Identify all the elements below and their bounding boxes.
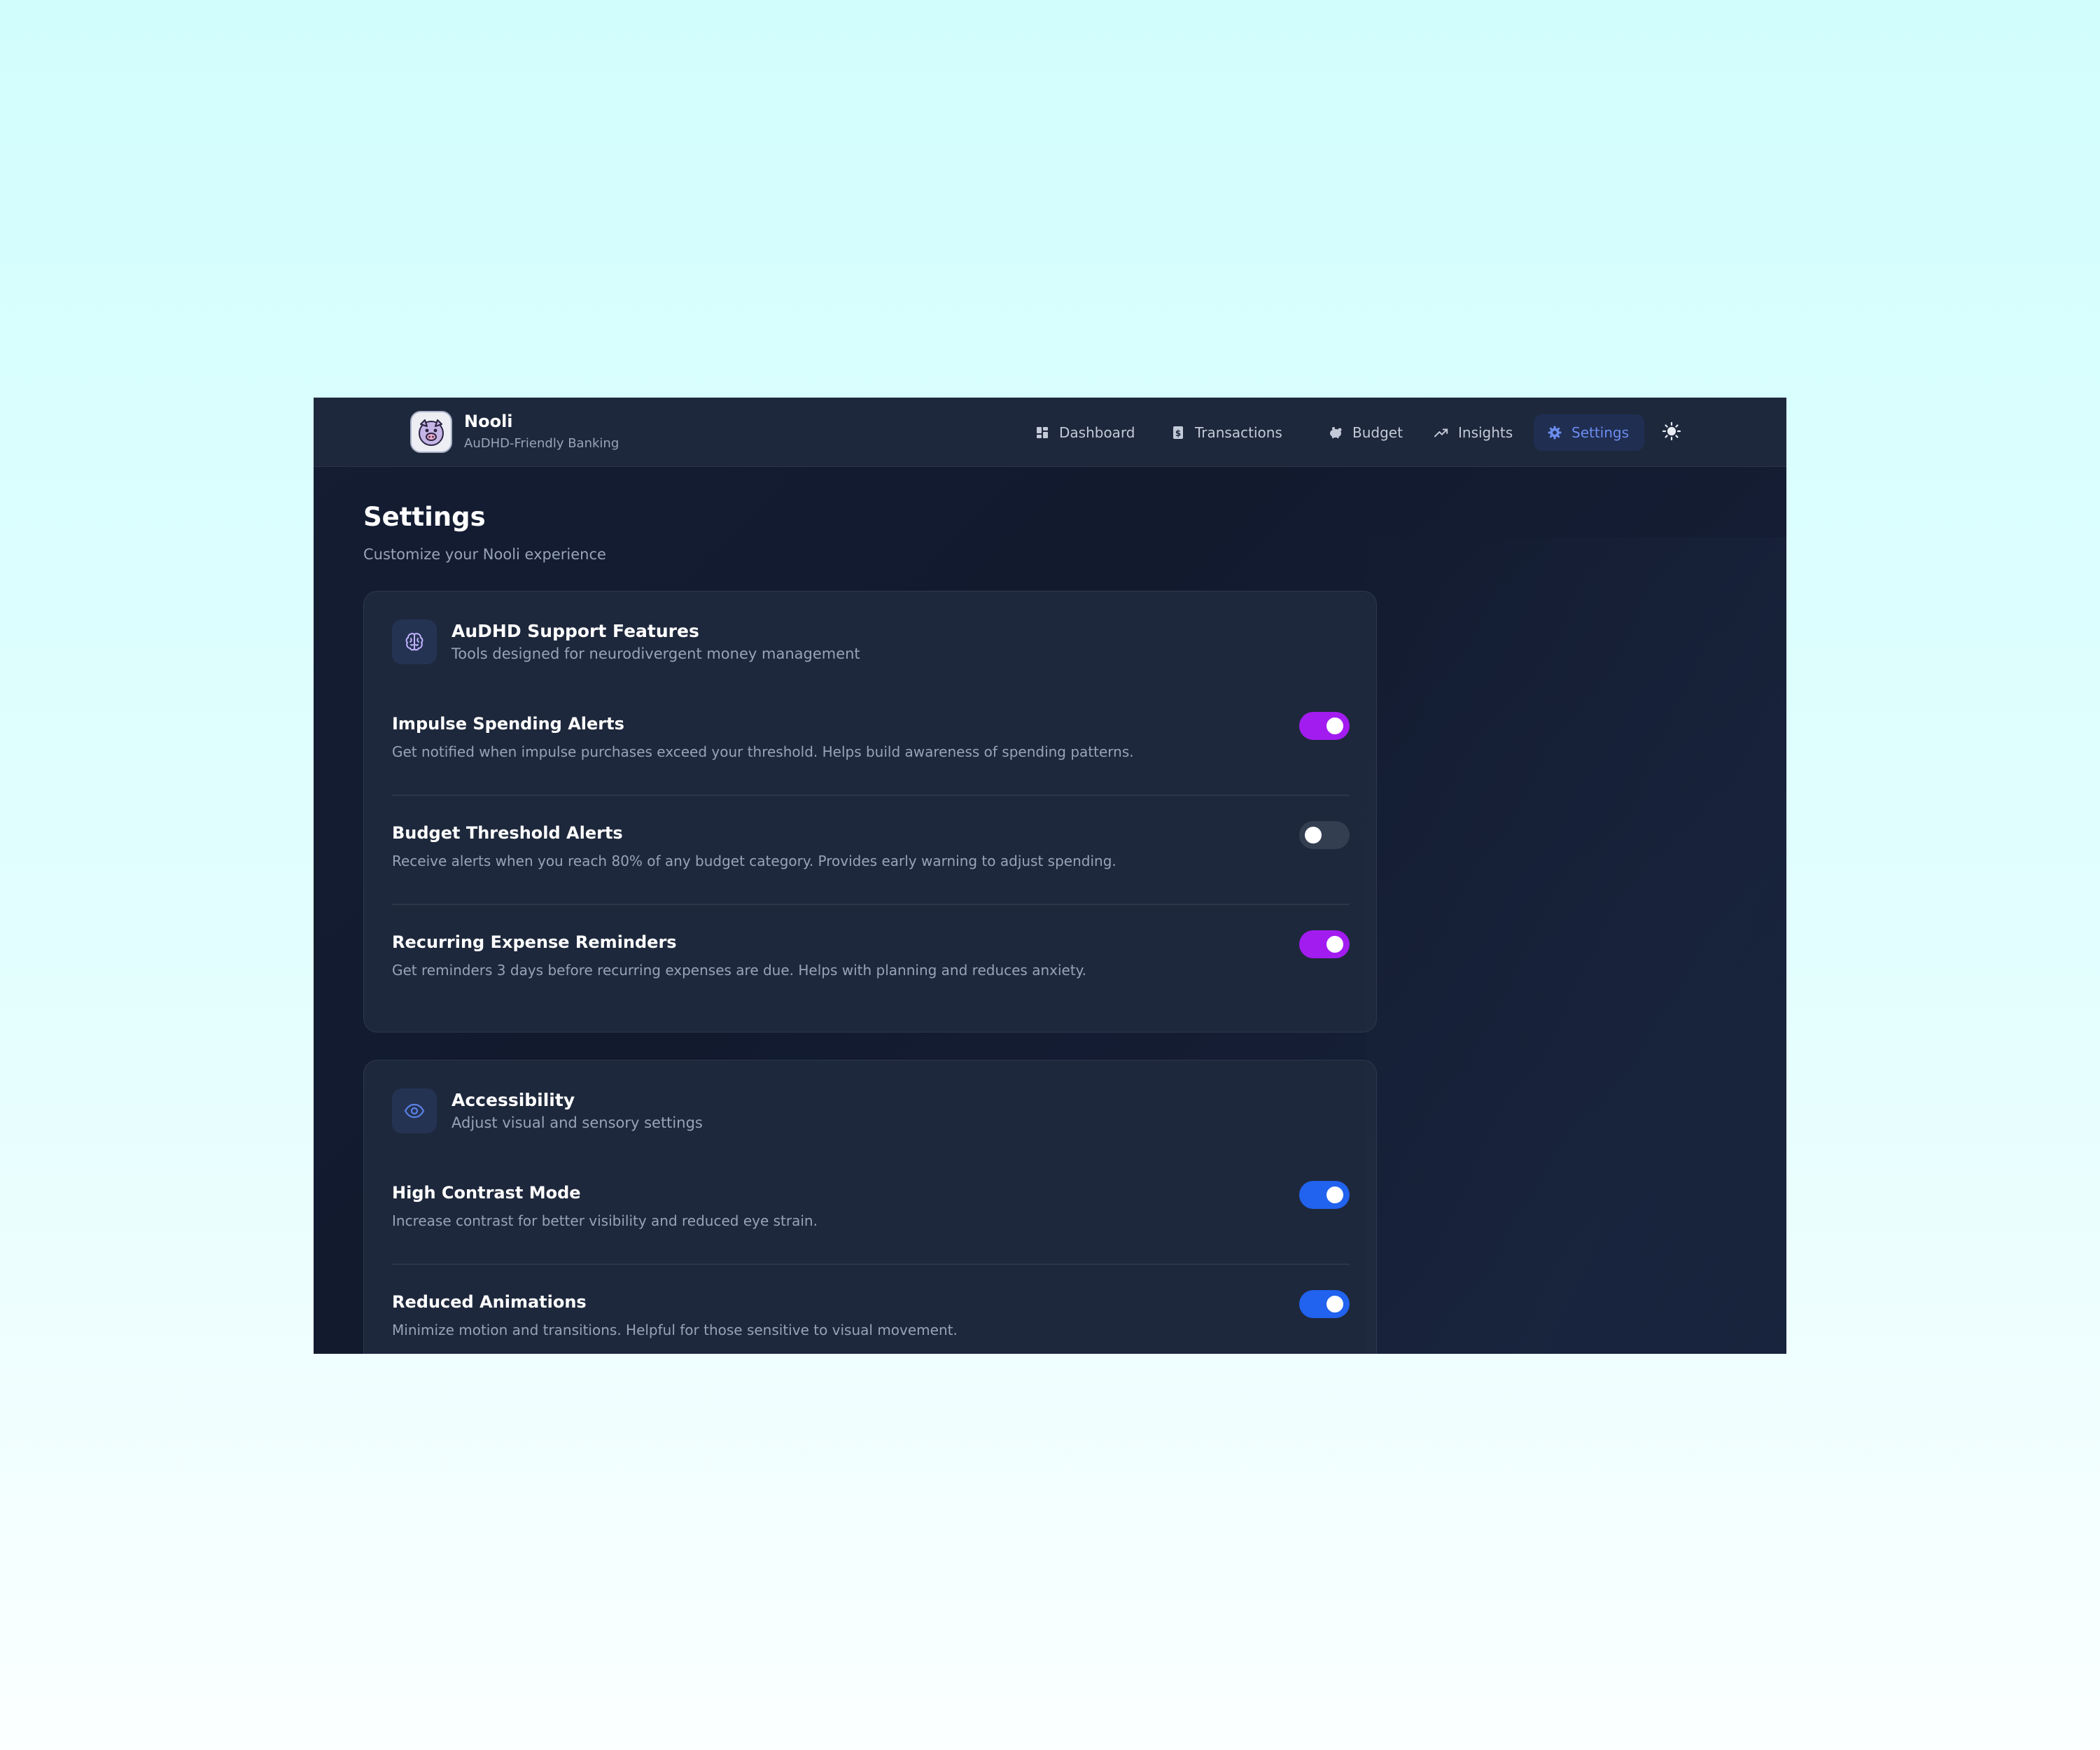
eye-icon	[392, 1088, 437, 1133]
svg-text:$: $	[1175, 428, 1181, 438]
receipt-dollar-icon: $	[1171, 426, 1185, 440]
section-title: AuDHD Support Features	[451, 621, 699, 641]
reduced-animations-toggle[interactable]	[1299, 1290, 1350, 1318]
theme-toggle-button[interactable]	[1658, 419, 1686, 447]
sun-icon	[1662, 421, 1681, 444]
setting-name: Impulse Spending Alerts	[392, 714, 624, 734]
nav-transactions-label: Transactions	[1195, 424, 1282, 441]
setting-description: Minimize motion and transitions. Helpful…	[392, 1322, 958, 1338]
section-title: Accessibility	[451, 1090, 575, 1110]
main-nav: Dashboard $ Transactions Budget Insights…	[314, 414, 1786, 451]
high-contrast-toggle[interactable]	[1299, 1181, 1350, 1209]
setting-name: Recurring Expense Reminders	[392, 932, 677, 952]
toggle-knob	[1326, 1296, 1343, 1312]
app-window: Nooli AuDHD-Friendly Banking Dashboard $…	[314, 398, 1786, 1354]
setting-high-contrast-mode: High Contrast Mode Increase contrast for…	[392, 1181, 1350, 1265]
nav-dashboard[interactable]: Dashboard	[1021, 414, 1149, 451]
section-subtitle: Tools designed for neurodivergent money …	[451, 645, 860, 662]
toggle-knob	[1305, 827, 1322, 844]
nav-insights-label: Insights	[1458, 424, 1513, 441]
recurring-expense-toggle[interactable]	[1299, 930, 1350, 958]
dashboard-grid-icon	[1035, 426, 1049, 440]
budget-threshold-toggle[interactable]	[1299, 821, 1350, 849]
piggy-bank-icon	[1329, 426, 1343, 440]
toggle-knob	[1326, 936, 1343, 953]
brain-icon	[392, 620, 437, 664]
setting-description: Increase contrast for better visibility …	[392, 1212, 818, 1229]
nav-budget[interactable]: Budget	[1315, 414, 1417, 451]
setting-impulse-spending-alerts: Impulse Spending Alerts Get notified whe…	[392, 712, 1350, 796]
setting-description: Receive alerts when you reach 80% of any…	[392, 853, 1116, 869]
nav-dashboard-label: Dashboard	[1059, 424, 1135, 441]
divider	[392, 794, 1350, 796]
accessibility-card: Accessibility Adjust visual and sensory …	[363, 1060, 1377, 1354]
divider	[392, 904, 1350, 905]
divider	[392, 1264, 1350, 1265]
setting-name: Reduced Animations	[392, 1292, 587, 1312]
trending-up-icon	[1434, 426, 1448, 440]
nav-settings-label: Settings	[1572, 424, 1630, 441]
nav-transactions[interactable]: $ Transactions	[1157, 414, 1296, 451]
impulse-spending-toggle[interactable]	[1299, 712, 1350, 740]
setting-name: High Contrast Mode	[392, 1183, 581, 1203]
audhd-support-card: AuDHD Support Features Tools designed fo…	[363, 591, 1377, 1032]
setting-description: Get notified when impulse purchases exce…	[392, 743, 1134, 760]
nav-insights[interactable]: Insights	[1420, 414, 1527, 451]
setting-name: Budget Threshold Alerts	[392, 823, 623, 843]
card-header: Accessibility Adjust visual and sensory …	[392, 1088, 703, 1133]
toggle-knob	[1326, 718, 1343, 734]
top-navbar: Nooli AuDHD-Friendly Banking Dashboard $…	[314, 398, 1786, 467]
page-subtitle: Customize your Nooli experience	[363, 546, 606, 563]
setting-reduced-animations: Reduced Animations Minimize motion and t…	[392, 1290, 1350, 1354]
page-title: Settings	[363, 502, 486, 532]
gear-icon	[1548, 426, 1562, 440]
card-header: AuDHD Support Features Tools designed fo…	[392, 620, 860, 664]
setting-budget-threshold-alerts: Budget Threshold Alerts Receive alerts w…	[392, 821, 1350, 905]
toggle-knob	[1326, 1186, 1343, 1203]
nav-settings[interactable]: Settings	[1534, 414, 1644, 451]
setting-recurring-expense-reminders: Recurring Expense Reminders Get reminder…	[392, 930, 1350, 1014]
setting-description: Get reminders 3 days before recurring ex…	[392, 962, 1087, 979]
section-subtitle: Adjust visual and sensory settings	[451, 1114, 703, 1131]
nav-budget-label: Budget	[1352, 424, 1403, 441]
